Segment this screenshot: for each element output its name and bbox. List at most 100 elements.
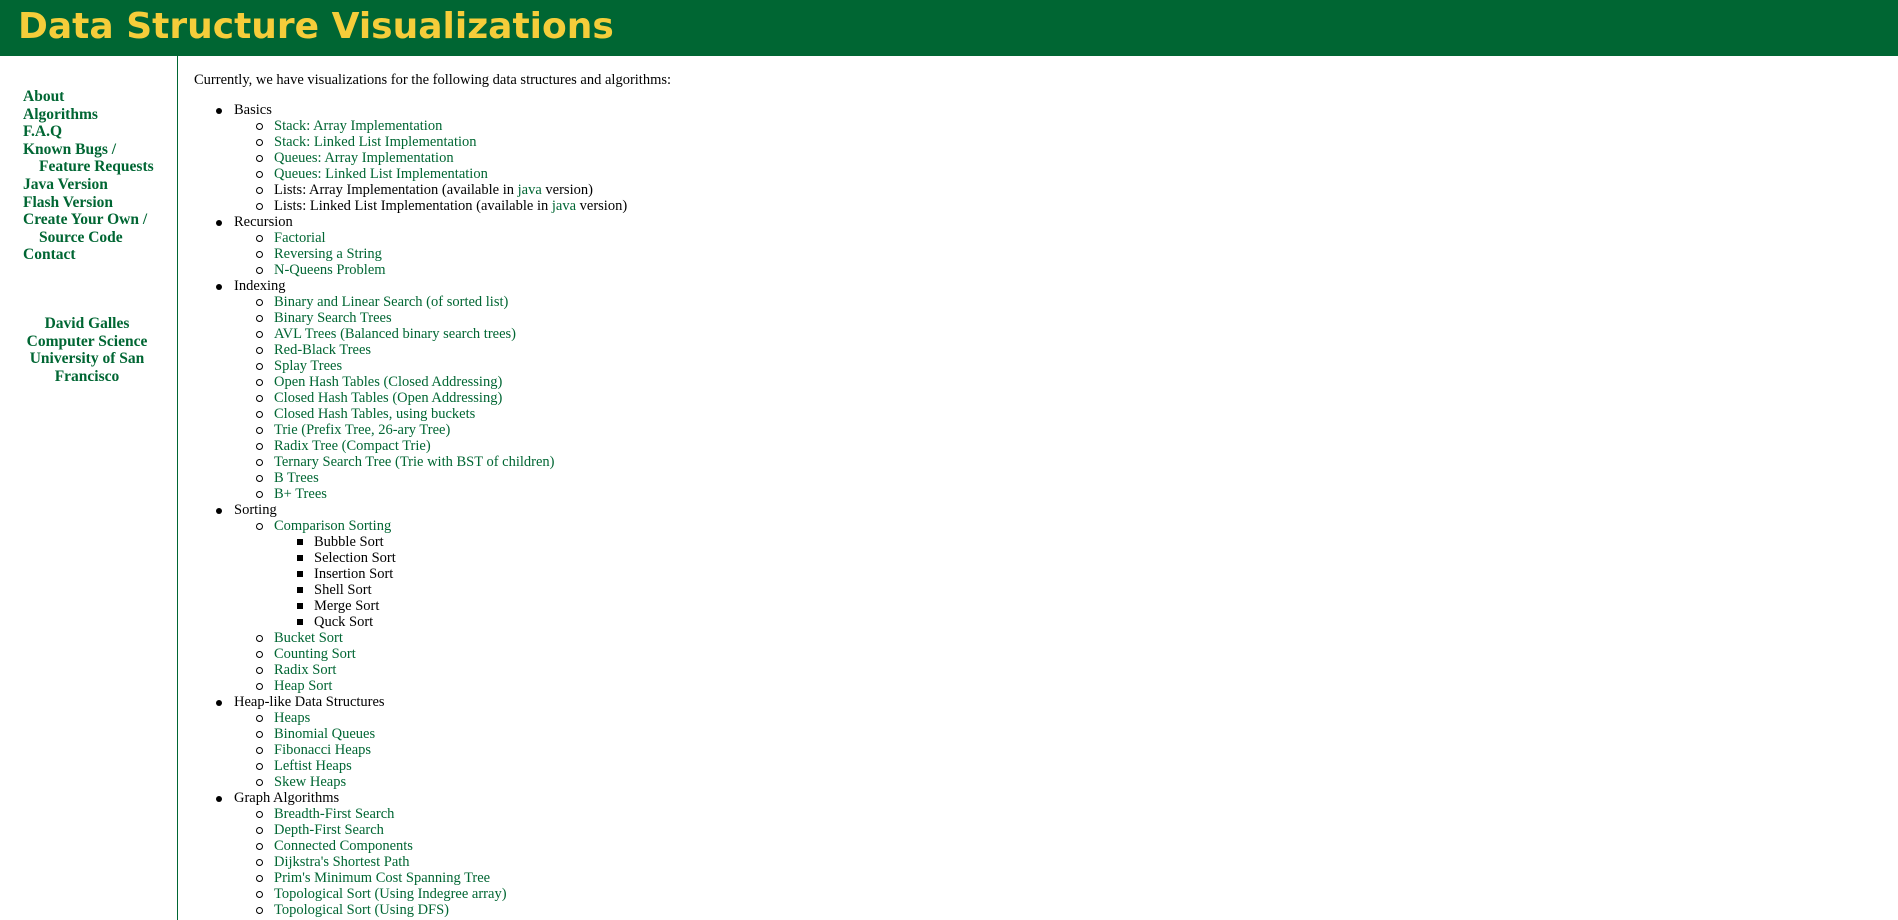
section-heap-like-data-structures: Heap-like Data Structures Heaps Binomial Q… bbox=[194, 694, 1874, 790]
section-title: Sorting bbox=[234, 502, 277, 518]
link-splay-trees[interactable]: Splay Trees bbox=[274, 358, 342, 374]
nav-link-create-your-own[interactable]: Create Your Own / Source Code bbox=[23, 211, 173, 246]
section-recursion: Recursion Factorial Reversing a String N-Qu… bbox=[194, 214, 1874, 278]
section-title: Basics bbox=[234, 102, 272, 118]
list-item: Fibonacci Heaps bbox=[234, 742, 1874, 758]
section-items: Stack: Array Implementation Stack: Linked… bbox=[234, 118, 1874, 214]
link-dijkstra-s-shortest-path[interactable]: Dijkstra's Shortest Path bbox=[274, 854, 410, 870]
link-comparison-sorting[interactable]: Comparison Sorting bbox=[274, 518, 391, 534]
link-b-trees[interactable]: B+ Trees bbox=[274, 486, 327, 502]
list-item: Radix Sort bbox=[234, 662, 1874, 678]
java-version-link[interactable]: java bbox=[552, 198, 576, 214]
list-item: Stack: Array Implementation bbox=[234, 118, 1874, 134]
list-item: Binary Search Trees bbox=[234, 310, 1874, 326]
list-item: Red-Black Trees bbox=[234, 342, 1874, 358]
section-items: Heaps Binomial Queues Fibonacci Heaps Lefti… bbox=[234, 710, 1874, 790]
sidebar: About Algorithms F.A.Q Known Bugs / Feat… bbox=[0, 56, 178, 920]
nav-link-faq[interactable]: F.A.Q bbox=[23, 123, 173, 141]
link-reversing-a-string[interactable]: Reversing a String bbox=[274, 246, 382, 262]
link-breadth-first-search[interactable]: Breadth-First Search bbox=[274, 806, 394, 822]
list-item: N-Queens Problem bbox=[234, 262, 1874, 278]
link-queues-array-implementation[interactable]: Queues: Array Implementation bbox=[274, 150, 454, 166]
list-item: Connected Components bbox=[234, 838, 1874, 854]
link-leftist-heaps[interactable]: Leftist Heaps bbox=[274, 758, 352, 774]
link-radix-sort[interactable]: Radix Sort bbox=[274, 662, 336, 678]
author-name: David Galles bbox=[44, 315, 130, 332]
nav-link-label: Contact bbox=[23, 246, 76, 264]
link-bucket-sort[interactable]: Bucket Sort bbox=[274, 630, 343, 646]
section-title: Recursion bbox=[234, 214, 293, 230]
list-item: Radix Tree (Compact Trie) bbox=[234, 438, 1874, 454]
intro-text: Currently, we have visualizations for th… bbox=[194, 72, 672, 88]
nav-link-about[interactable]: About bbox=[23, 88, 173, 106]
item-text: Lists: Array Implementation (available i… bbox=[274, 182, 518, 198]
section-items: Comparison Sorting Bubble Sort Selection S… bbox=[234, 518, 1874, 694]
list-item: Dijkstra's Shortest Path bbox=[234, 854, 1874, 870]
nav-link-label: Known Bugs / bbox=[23, 140, 117, 158]
author-department: Computer Science bbox=[26, 332, 148, 350]
nav-link-contact[interactable]: Contact bbox=[23, 246, 173, 264]
list-item: B Trees bbox=[234, 470, 1874, 486]
nav-link-label: Java Version bbox=[23, 175, 108, 193]
nav-link-label: About bbox=[23, 88, 65, 105]
author-university-continued: Francisco bbox=[54, 367, 120, 385]
list-item: Factorial bbox=[234, 230, 1874, 246]
section-title: Indexing bbox=[234, 278, 286, 294]
link-stack-array-implementation[interactable]: Stack: Array Implementation bbox=[274, 118, 442, 134]
link-radix-tree-compact-trie[interactable]: Radix Tree (Compact Trie) bbox=[274, 438, 431, 454]
sub-item-merge-sort: Merge Sort bbox=[274, 598, 1874, 614]
link-prim-s-minimum-cost-spanning-tree[interactable]: Prim's Minimum Cost Spanning Tree bbox=[274, 870, 490, 886]
nav-link-label: F.A.Q bbox=[23, 123, 63, 141]
list-item: Queues: Array Implementation bbox=[234, 150, 1874, 166]
link-topological-sort-using-dfs[interactable]: Topological Sort (Using DFS) bbox=[274, 902, 449, 918]
list-item: Closed Hash Tables (Open Addressing) bbox=[234, 390, 1874, 406]
link-skew-heaps[interactable]: Skew Heaps bbox=[274, 774, 346, 790]
link-topological-sort-using-indegree-array[interactable]: Topological Sort (Using Indegree array) bbox=[274, 886, 507, 902]
link-fibonacci-heaps[interactable]: Fibonacci Heaps bbox=[274, 742, 371, 758]
list-item: Heap Sort bbox=[234, 678, 1874, 694]
section-title: Graph Algorithms bbox=[234, 790, 340, 806]
nav-link-flash-version[interactable]: Flash Version bbox=[23, 194, 173, 212]
link-binary-and-linear-search-of-sorted-list[interactable]: Binary and Linear Search (of sorted list… bbox=[274, 294, 508, 310]
link-binomial-queues[interactable]: Binomial Queues bbox=[274, 726, 375, 742]
java-version-link[interactable]: java bbox=[518, 182, 542, 198]
link-b-trees[interactable]: B Trees bbox=[274, 470, 319, 486]
nav-link-java-version[interactable]: Java Version bbox=[23, 176, 173, 194]
link-heap-sort[interactable]: Heap Sort bbox=[274, 678, 332, 694]
link-red-black-trees[interactable]: Red-Black Trees bbox=[274, 342, 371, 358]
link-connected-components[interactable]: Connected Components bbox=[274, 838, 413, 854]
nav-link-known-bugs[interactable]: Known Bugs / Feature Requests bbox=[23, 141, 173, 176]
link-binary-search-trees[interactable]: Binary Search Trees bbox=[274, 310, 392, 326]
link-ternary-search-tree-trie-with-bst-of-children[interactable]: Ternary Search Tree (Trie with BST of ch… bbox=[274, 454, 554, 470]
item-text-suffix: version) bbox=[541, 182, 593, 198]
section-items: Breadth-First Search Depth-First Search Co… bbox=[234, 806, 1874, 918]
link-closed-hash-tables-using-buckets[interactable]: Closed Hash Tables, using buckets bbox=[274, 406, 475, 422]
link-n-queens-problem[interactable]: N-Queens Problem bbox=[274, 262, 386, 278]
link-counting-sort[interactable]: Counting Sort bbox=[274, 646, 356, 662]
list-item: Binomial Queues bbox=[234, 726, 1874, 742]
sidebar-nav: About Algorithms F.A.Q Known Bugs / Feat… bbox=[23, 88, 173, 264]
link-closed-hash-tables-open-addressing[interactable]: Closed Hash Tables (Open Addressing) bbox=[274, 390, 502, 406]
link-stack-linked-list-implementation[interactable]: Stack: Linked List Implementation bbox=[274, 134, 477, 150]
list-item: Reversing a String bbox=[234, 246, 1874, 262]
visualization-list: Basics Stack: Array Implementation Stack: … bbox=[194, 102, 1874, 918]
list-item: Trie (Prefix Tree, 26-ary Tree) bbox=[234, 422, 1874, 438]
link-queues-linked-list-implementation[interactable]: Queues: Linked List Implementation bbox=[274, 166, 488, 182]
item-text-suffix: version) bbox=[576, 198, 628, 214]
list-item: Ternary Search Tree (Trie with BST of ch… bbox=[234, 454, 1874, 470]
list-item: Prim's Minimum Cost Spanning Tree bbox=[234, 870, 1874, 886]
sub-item-quck-sort: Quck Sort bbox=[274, 614, 1874, 630]
list-item: Closed Hash Tables, using buckets bbox=[234, 406, 1874, 422]
link-avl-trees-balanced-binary-search-trees[interactable]: AVL Trees (Balanced binary search trees) bbox=[274, 326, 516, 342]
link-trie-prefix-tree-26-ary-tree[interactable]: Trie (Prefix Tree, 26-ary Tree) bbox=[274, 422, 450, 438]
nav-link-label: Flash Version bbox=[23, 193, 114, 211]
list-item: Comparison Sorting Bubble Sort Selection S… bbox=[234, 518, 1874, 630]
section-items: Factorial Reversing a String N-Queens Prob… bbox=[234, 230, 1874, 278]
link-heaps[interactable]: Heaps bbox=[274, 710, 310, 726]
nav-link-algorithms[interactable]: Algorithms bbox=[23, 106, 173, 124]
link-open-hash-tables-closed-addressing[interactable]: Open Hash Tables (Closed Addressing) bbox=[274, 374, 502, 390]
link-factorial[interactable]: Factorial bbox=[274, 230, 326, 246]
list-item: Heaps bbox=[234, 710, 1874, 726]
section-title: Heap-like Data Structures bbox=[234, 694, 385, 710]
link-depth-first-search[interactable]: Depth-First Search bbox=[274, 822, 384, 838]
